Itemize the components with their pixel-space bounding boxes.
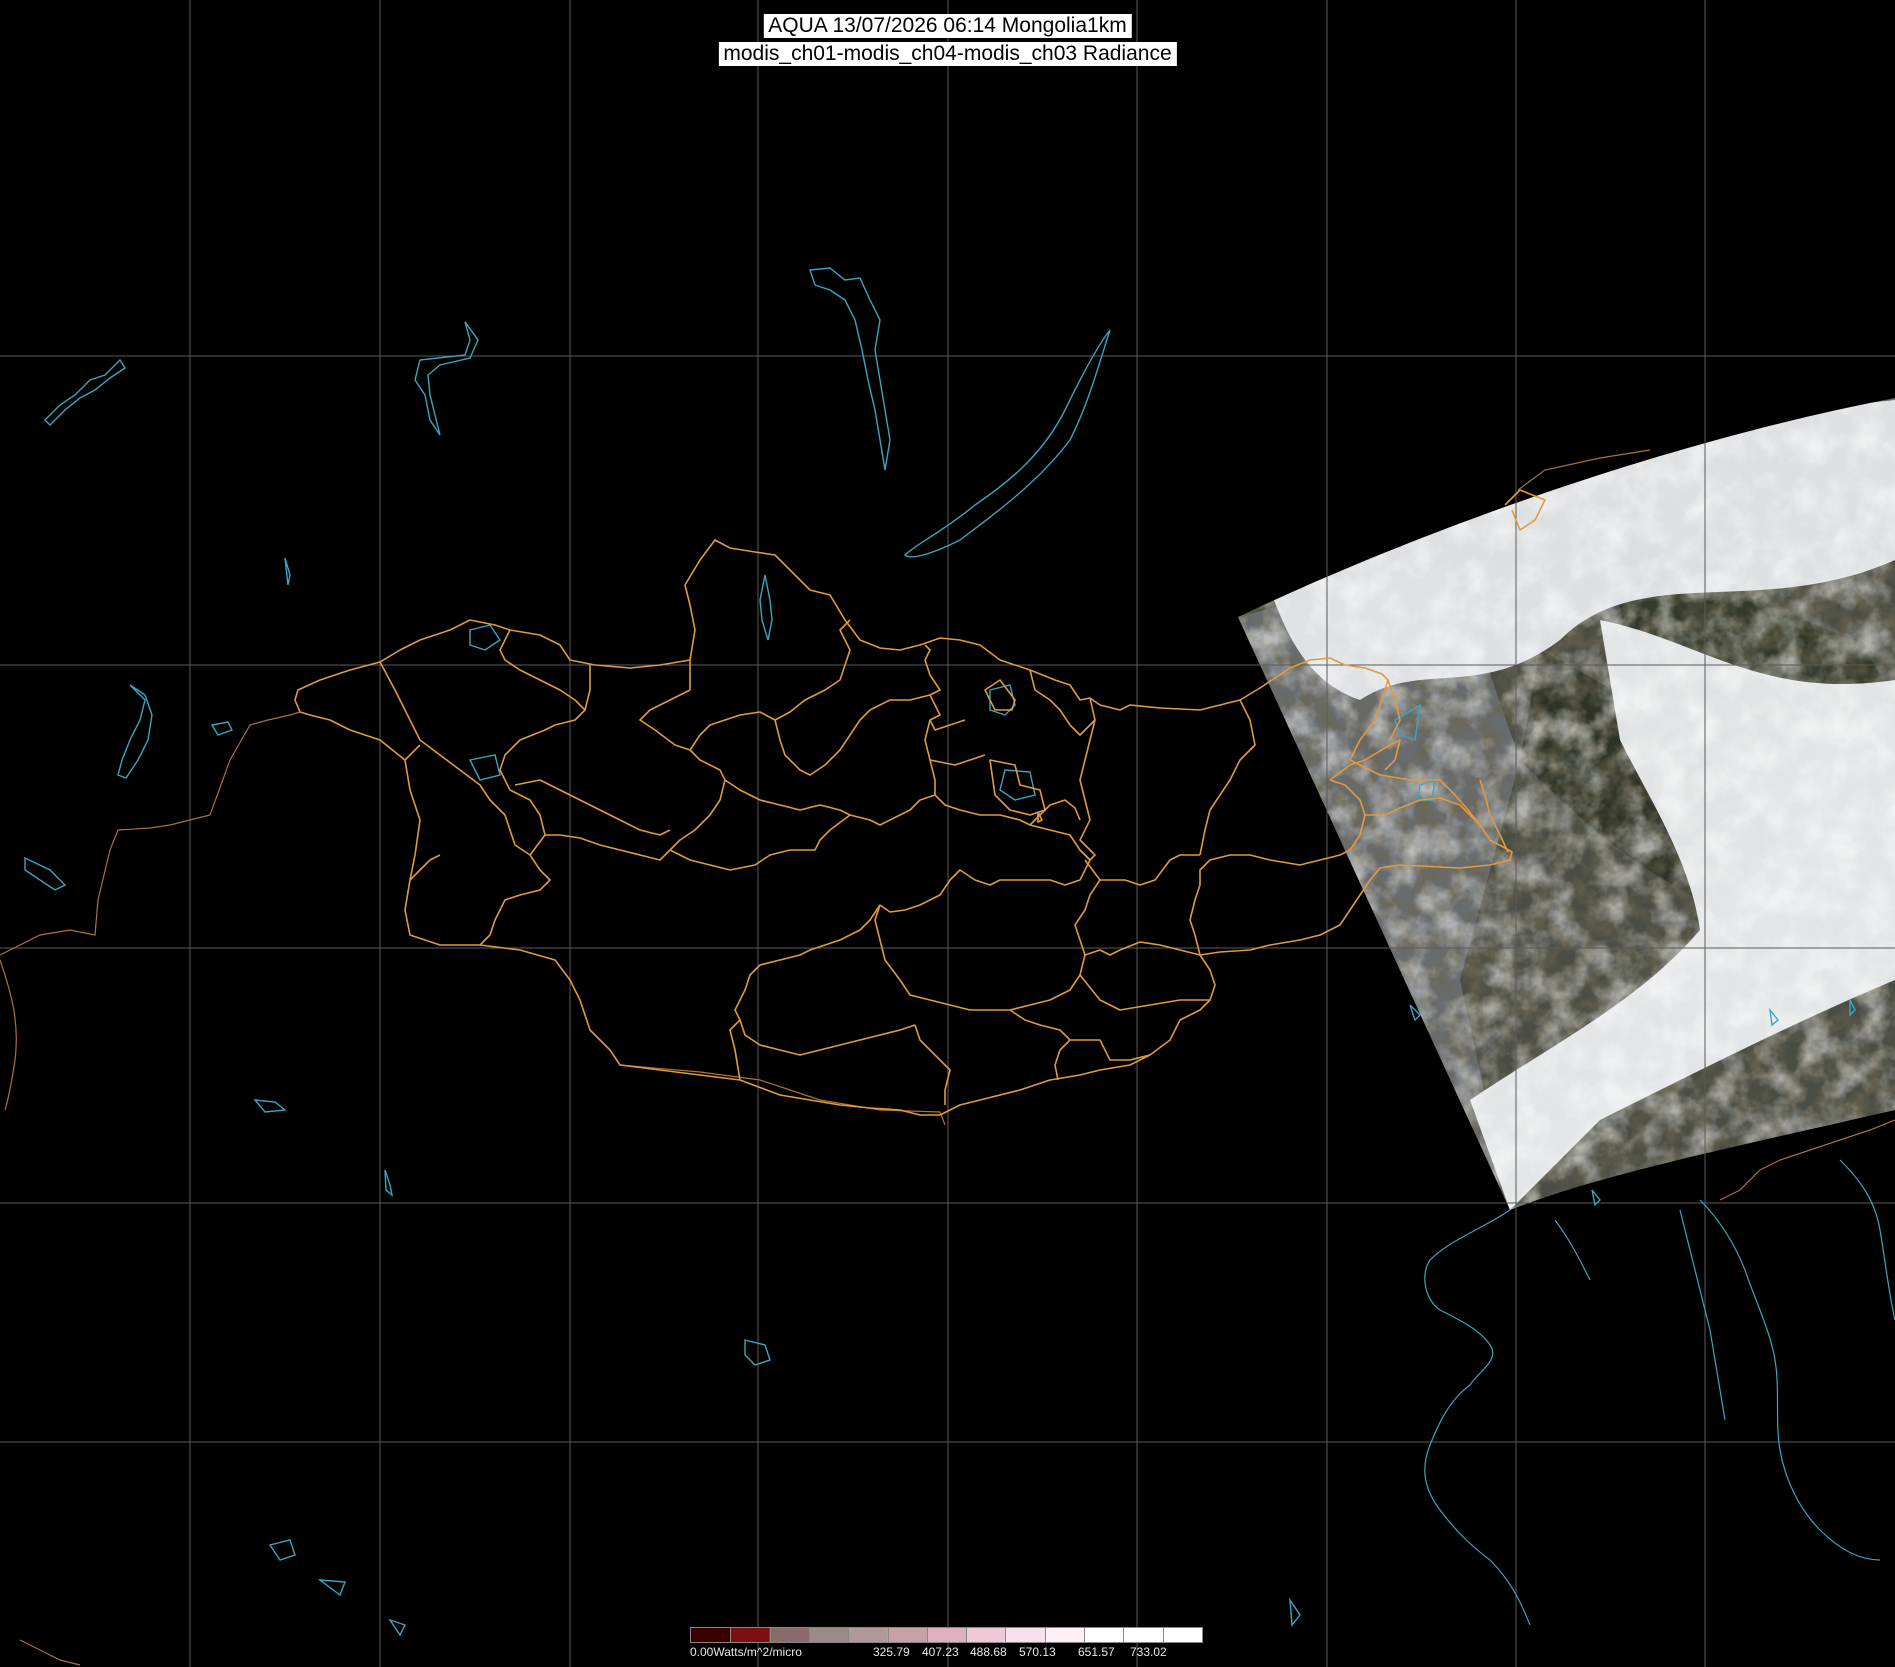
legend-color-bar [690,1627,1203,1643]
legend-divider [1005,1628,1007,1642]
legend-labels: 0.00Watts/m^2/micro 325.79 407.23 488.68… [690,1645,1203,1661]
satellite-swath [1238,398,1895,1210]
legend-tick: 407.23 [922,1645,959,1659]
legend-divider [1084,1628,1086,1642]
legend-tick: 325.79 [873,1645,910,1659]
map-subtitle: modis_ch01-modis_ch04-modis_ch03 Radianc… [718,42,1177,66]
legend-divider [1162,1628,1164,1642]
legend-tick: 733.02 [1130,1645,1167,1659]
legend-tick: 570.13 [1019,1645,1056,1659]
satellite-map [0,0,1895,1667]
legend-divider [887,1628,889,1642]
coastline-and-borders [1424,1159,1895,1626]
map-title: AQUA 13/07/2026 06:14 Mongolia1km [763,14,1132,38]
legend-tick: 651.57 [1078,1645,1115,1659]
legend-divider [1044,1628,1046,1642]
legend-divider [808,1628,810,1642]
legend-unit-label: 0.00Watts/m^2/micro [690,1645,802,1659]
legend-divider [966,1628,968,1642]
legend-divider [926,1628,928,1642]
legend-divider [769,1628,771,1642]
legend-tick: 488.68 [970,1645,1007,1659]
legend-divider [730,1628,732,1642]
legend-divider [1123,1628,1125,1642]
color-legend: 0.00Watts/m^2/micro 325.79 407.23 488.68… [690,1627,1203,1663]
legend-divider [848,1628,850,1642]
